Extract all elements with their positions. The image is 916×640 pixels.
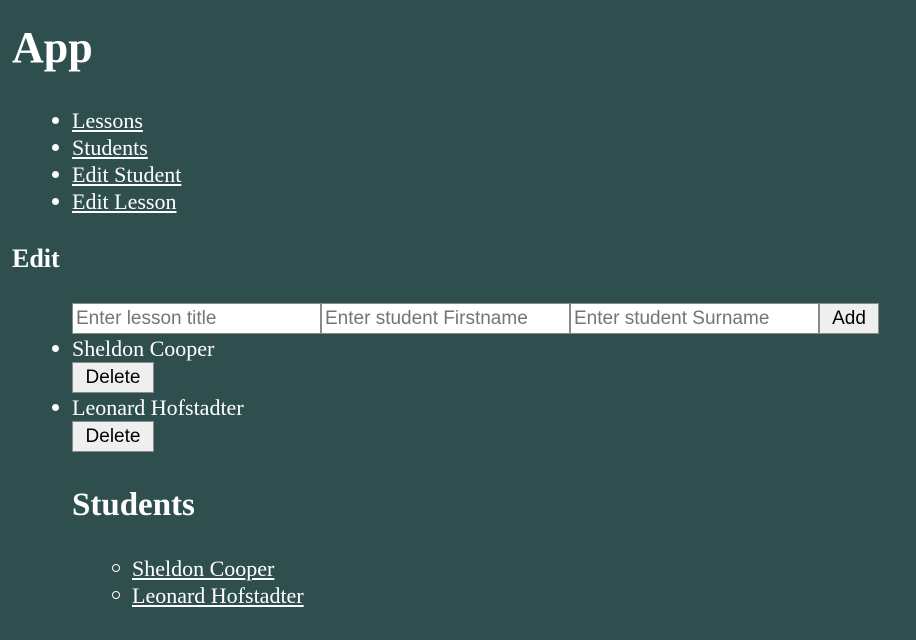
add-button[interactable]: Add <box>819 303 879 334</box>
app-title: App <box>12 23 93 72</box>
nav-link-edit-lesson[interactable]: Edit Lesson <box>72 189 177 214</box>
student-firstname-input[interactable] <box>321 303 570 334</box>
delete-button[interactable]: Delete <box>72 421 154 452</box>
delete-button[interactable]: Delete <box>72 362 154 393</box>
nav-link-students[interactable]: Students <box>72 135 148 160</box>
students-link-list: Sheldon Cooper Leonard Hofstadter <box>112 555 304 609</box>
edit-heading: Edit <box>12 244 60 273</box>
add-lesson-form: Add <box>72 303 879 334</box>
nav-item-students: Students <box>51 134 181 161</box>
student-link-sheldon-cooper[interactable]: Sheldon Cooper <box>132 556 274 581</box>
list-item: Leonard Hofstadter <box>112 582 304 609</box>
lesson-title-input[interactable] <box>72 303 321 334</box>
nav-item-edit-student: Edit Student <box>51 161 181 188</box>
nav-link-lessons[interactable]: Lessons <box>72 108 143 133</box>
list-item: Sheldon Cooper Delete <box>52 335 244 393</box>
edit-student-list: Sheldon Cooper Delete Leonard Hofstadter… <box>52 335 244 453</box>
student-surname-input[interactable] <box>570 303 819 334</box>
nav-link-edit-student[interactable]: Edit Student <box>72 162 181 187</box>
nav-item-edit-lesson: Edit Lesson <box>51 188 181 215</box>
student-link-leonard-hofstadter[interactable]: Leonard Hofstadter <box>132 583 304 608</box>
student-name: Leonard Hofstadter <box>72 395 244 420</box>
nav-list: Lessons Students Edit Student Edit Lesso… <box>51 107 181 215</box>
list-item: Sheldon Cooper <box>112 555 304 582</box>
students-heading: Students <box>72 487 195 523</box>
nav-item-lessons: Lessons <box>51 107 181 134</box>
student-name: Sheldon Cooper <box>72 336 215 361</box>
list-item: Leonard Hofstadter Delete <box>52 394 244 452</box>
